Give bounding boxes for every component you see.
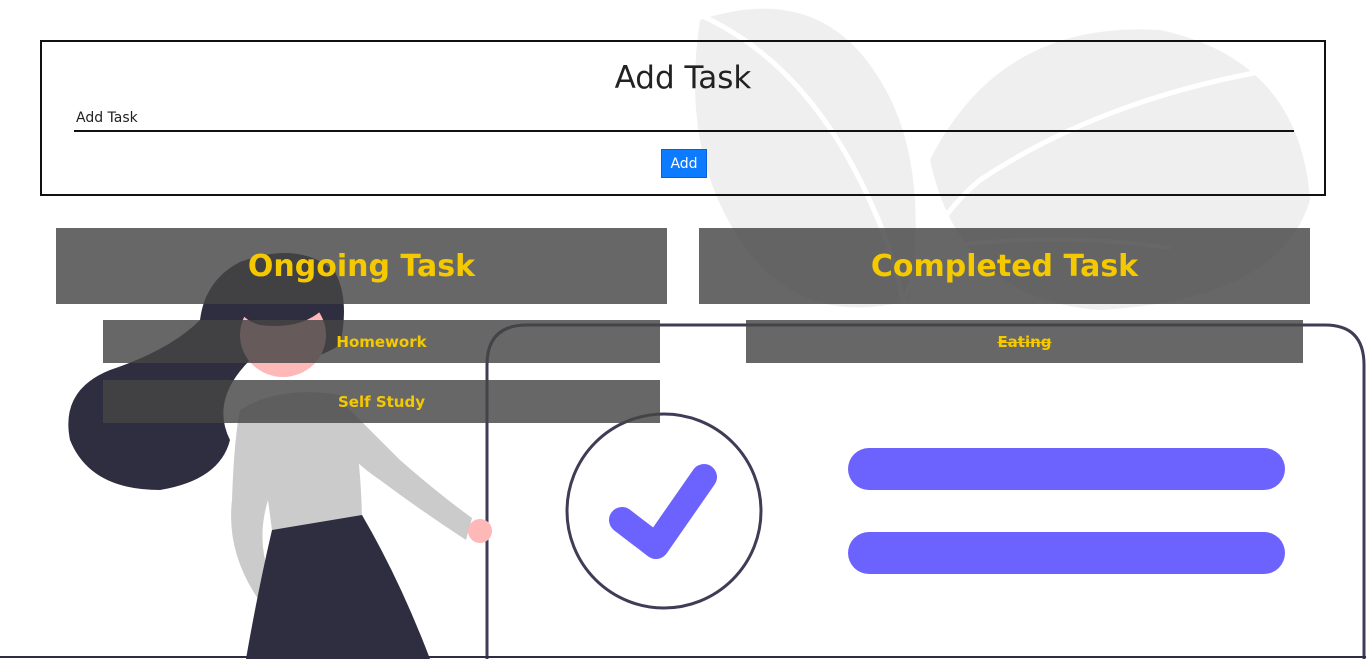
illustration-bar [848, 532, 1285, 574]
completed-task-title: Completed Task [870, 248, 1139, 284]
add-task-title: Add Task [614, 60, 752, 96]
completed-task-header: Completed Task [699, 228, 1310, 304]
task-input[interactable] [74, 106, 1294, 132]
task-label: Homework [336, 332, 427, 351]
completed-task-item[interactable]: Eating [746, 320, 1303, 363]
task-label: Eating [997, 332, 1052, 351]
checkmark-circle [565, 412, 763, 610]
ongoing-task-header: Ongoing Task [56, 228, 667, 304]
task-label: Self Study [337, 392, 426, 411]
add-button[interactable]: Add [661, 149, 707, 178]
illustration-bar [848, 448, 1285, 490]
ongoing-task-title: Ongoing Task [247, 248, 476, 284]
page: Add Task Add Ongoing Task Homework Self … [0, 0, 1366, 659]
add-task-form: Add Task Add [40, 40, 1326, 196]
woman-figure [68, 253, 492, 659]
ongoing-task-item[interactable]: Self Study [103, 380, 660, 423]
ongoing-task-item[interactable]: Homework [103, 320, 660, 363]
